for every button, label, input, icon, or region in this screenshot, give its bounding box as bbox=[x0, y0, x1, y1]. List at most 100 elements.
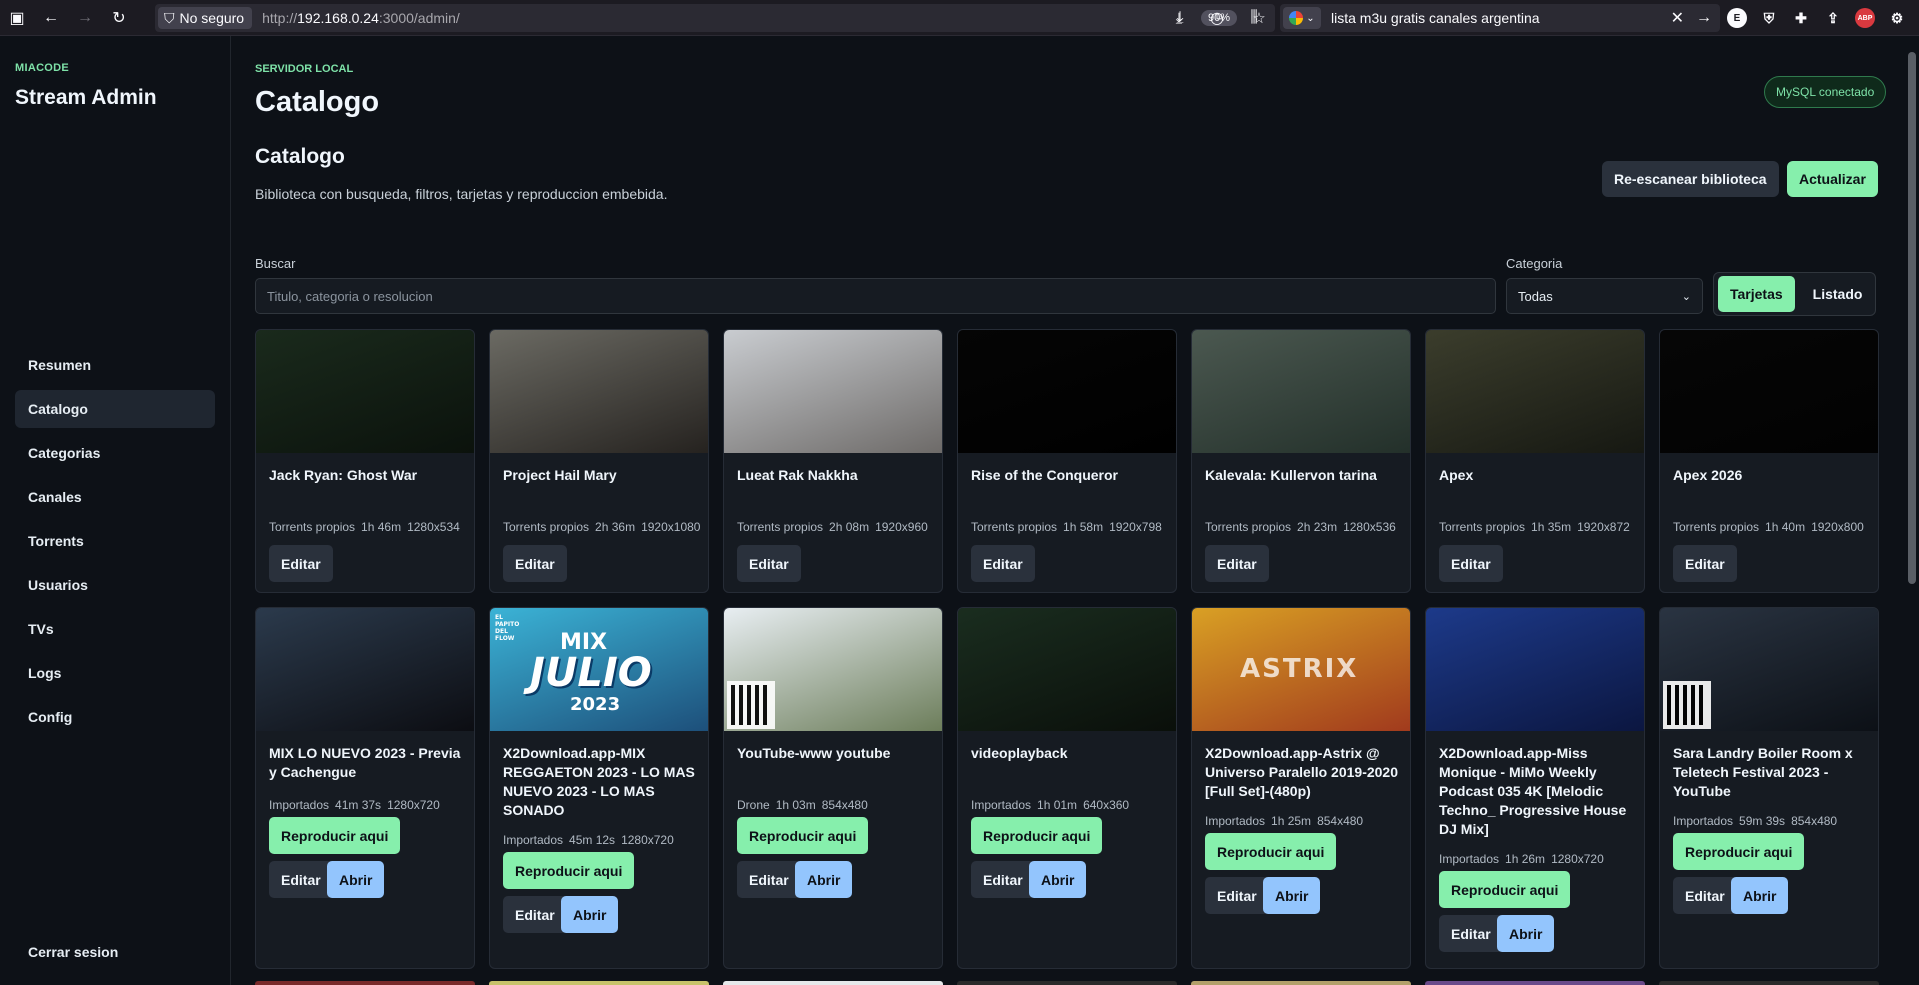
refresh-button[interactable]: Actualizar bbox=[1787, 161, 1878, 197]
open-button[interactable]: Abrir bbox=[561, 896, 619, 933]
sidebar-item-logs[interactable]: Logs bbox=[15, 654, 215, 692]
catalog-card[interactable]: YouTube-www youtube Drone 1h 03m 854x480 Rep… bbox=[723, 607, 943, 969]
search-bar[interactable]: ⌄ lista m3u gratis canales argentina ✕ → bbox=[1280, 4, 1720, 32]
play-here-button[interactable]: Reproducir aqui bbox=[269, 817, 401, 854]
sidebar-item-config[interactable]: Config bbox=[15, 698, 215, 736]
adblock-icon[interactable]: ABP bbox=[1855, 8, 1875, 28]
forward-arrow-icon[interactable]: → bbox=[68, 0, 102, 36]
catalog-card[interactable]: Sara Landry Boiler Room x Teletech Festi… bbox=[1659, 607, 1879, 969]
extension-gear-icon[interactable]: ⚙ bbox=[1887, 8, 1907, 28]
card-title: Kalevala: Kullervon tarina bbox=[1205, 467, 1377, 483]
view-cards-button[interactable]: Tarjetas bbox=[1718, 276, 1795, 312]
edit-button[interactable]: Editar bbox=[1205, 877, 1269, 914]
sidebar-item-tvs[interactable]: TVs bbox=[15, 610, 215, 648]
sidebar-item-canales[interactable]: Canales bbox=[15, 478, 215, 516]
edit-button[interactable]: Editar bbox=[1673, 545, 1737, 582]
clear-search-icon[interactable]: ✕ bbox=[1671, 8, 1684, 28]
play-here-button[interactable]: Reproducir aqui bbox=[737, 817, 869, 854]
card-thumbnail[interactable] bbox=[1660, 330, 1878, 453]
catalog-card[interactable]: Kalevala: Kullervon tarina Torrents propi… bbox=[1191, 329, 1411, 593]
catalog-card[interactable]: X2Download.app-Miss Monique - MiMo Weekl… bbox=[1425, 607, 1645, 969]
browser-toolbar: ▣ ← → ↻ ⛉ No seguro http://192.168.0.24:… bbox=[0, 0, 1919, 36]
card-thumbnail[interactable] bbox=[1426, 608, 1644, 731]
share-icon[interactable]: ⇪ bbox=[1823, 8, 1843, 28]
view-list-button[interactable]: Listado bbox=[1801, 276, 1875, 312]
card-thumbnail[interactable]: MIX JULIO 2023 EL PAPITO DEL FLOW bbox=[490, 608, 708, 731]
edit-button[interactable]: Editar bbox=[1673, 877, 1737, 914]
open-button[interactable]: Abrir bbox=[327, 861, 385, 898]
card-title: Project Hail Mary bbox=[503, 467, 617, 483]
open-button[interactable]: Abrir bbox=[1497, 915, 1555, 952]
card-thumbnail[interactable] bbox=[1426, 330, 1644, 453]
catalog-card[interactable]: Jack Ryan: Ghost War Torrents propios 1h 4… bbox=[255, 329, 475, 593]
open-button[interactable]: Abrir bbox=[1263, 877, 1321, 914]
card-thumbnail[interactable] bbox=[958, 608, 1176, 731]
rescan-library-button[interactable]: Re-escanear biblioteca bbox=[1602, 161, 1779, 197]
sidebar-item-resumen[interactable]: Resumen bbox=[15, 346, 215, 384]
shield-extension-icon[interactable]: ⛨ bbox=[1759, 8, 1779, 28]
catalog-card[interactable]: MIX LO NUEVO 2023 - Previa y Cachengue Im… bbox=[255, 607, 475, 969]
search-engine-selector[interactable]: ⌄ bbox=[1283, 7, 1321, 29]
library-icon[interactable]: ⫼ bbox=[1237, 0, 1271, 36]
card-thumbnail[interactable] bbox=[1660, 608, 1878, 731]
card-thumbnail[interactable]: ASTRIX bbox=[1192, 608, 1410, 731]
search-query[interactable]: lista m3u gratis canales argentina bbox=[1331, 10, 1671, 26]
play-here-button[interactable]: Reproducir aqui bbox=[971, 817, 1103, 854]
play-here-button[interactable]: Reproducir aqui bbox=[1205, 833, 1337, 870]
open-button[interactable]: Abrir bbox=[1731, 877, 1789, 914]
card-thumbnail[interactable] bbox=[256, 330, 474, 453]
edit-button[interactable]: Editar bbox=[269, 545, 333, 582]
catalog-card[interactable]: MIX JULIO 2023 EL PAPITO DEL FLOW X2Download… bbox=[489, 607, 709, 969]
edit-button[interactable]: Editar bbox=[503, 896, 567, 933]
open-button[interactable]: Abrir bbox=[1029, 861, 1087, 898]
sidebar-toggle-icon[interactable]: ▣ bbox=[0, 0, 34, 36]
extension-e-icon[interactable]: E bbox=[1727, 8, 1747, 28]
card-thumbnail[interactable] bbox=[256, 608, 474, 731]
play-here-button[interactable]: Reproducir aqui bbox=[1673, 833, 1805, 870]
catalog-card[interactable]: Apex 2026 Torrents propios 1h 40m 1920x800 E… bbox=[1659, 329, 1879, 593]
edit-button[interactable]: Editar bbox=[737, 861, 801, 898]
edit-button[interactable]: Editar bbox=[503, 545, 567, 582]
edit-button[interactable]: Editar bbox=[737, 545, 801, 582]
card-resolution: 1920x872 bbox=[1577, 520, 1630, 534]
edit-button[interactable]: Editar bbox=[269, 861, 333, 898]
edit-button[interactable]: Editar bbox=[1439, 545, 1503, 582]
play-here-button[interactable]: Reproducir aqui bbox=[1439, 871, 1571, 908]
card-thumbnail[interactable] bbox=[958, 330, 1176, 453]
catalog-card[interactable]: Project Hail Mary Torrents propios 2h 36m 1… bbox=[489, 329, 709, 593]
edit-button[interactable]: Editar bbox=[1205, 545, 1269, 582]
search-go-icon[interactable]: → bbox=[1696, 9, 1712, 27]
card-resolution: 640x360 bbox=[1083, 798, 1130, 812]
address-bar[interactable]: ⛉ No seguro http://192.168.0.24:3000/adm… bbox=[155, 4, 1275, 32]
card-meta: Drone 1h 03m 854x480 bbox=[737, 798, 874, 812]
card-thumbnail[interactable] bbox=[1192, 330, 1410, 453]
sidebar-item-catalogo[interactable]: Catalogo bbox=[15, 390, 215, 428]
card-thumbnail[interactable] bbox=[724, 330, 942, 453]
sidebar-item-usuarios[interactable]: Usuarios bbox=[15, 566, 215, 604]
play-here-button[interactable]: Reproducir aqui bbox=[503, 852, 635, 889]
url-text[interactable]: http://192.168.0.24:3000/admin/ bbox=[262, 10, 460, 26]
edit-button[interactable]: Editar bbox=[971, 861, 1035, 898]
back-arrow-icon[interactable]: ← bbox=[34, 0, 68, 36]
catalog-card[interactable]: videoplayback Importados 1h 01m 640x360 Repr… bbox=[957, 607, 1177, 969]
reload-icon[interactable]: ↻ bbox=[102, 0, 136, 36]
open-button[interactable]: Abrir bbox=[795, 861, 853, 898]
card-thumbnail[interactable] bbox=[724, 608, 942, 731]
sidebar-item-categorias[interactable]: Categorias bbox=[15, 434, 215, 472]
category-select[interactable]: Todas ⌄ bbox=[1506, 278, 1703, 314]
card-thumbnail[interactable] bbox=[490, 330, 708, 453]
puzzle-extensions-icon[interactable]: ✚ bbox=[1791, 8, 1811, 28]
logout-link[interactable]: Cerrar sesion bbox=[28, 944, 118, 960]
catalog-card[interactable]: Lueat Rak Nakkha Torrents propios 2h 08m 19… bbox=[723, 329, 943, 593]
catalog-card[interactable]: Rise of the Conqueror Torrents propios 1h … bbox=[957, 329, 1177, 593]
catalog-card[interactable]: Apex Torrents propios 1h 35m 1920x872 Editar bbox=[1425, 329, 1645, 593]
catalog-card[interactable]: ASTRIX X2Download.app-Astrix @ Universo P… bbox=[1191, 607, 1411, 969]
scrollbar-thumb[interactable] bbox=[1908, 52, 1916, 584]
history-icon[interactable]: ◷ bbox=[1200, 0, 1234, 36]
downloads-icon[interactable]: ⤓ bbox=[1163, 0, 1197, 36]
search-input[interactable] bbox=[255, 278, 1496, 314]
security-badge[interactable]: ⛉ No seguro bbox=[158, 7, 253, 29]
sidebar-item-torrents[interactable]: Torrents bbox=[15, 522, 215, 560]
edit-button[interactable]: Editar bbox=[971, 545, 1035, 582]
edit-button[interactable]: Editar bbox=[1439, 915, 1503, 952]
